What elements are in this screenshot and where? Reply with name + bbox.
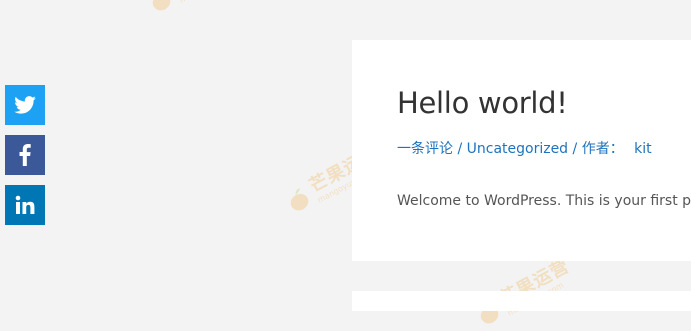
- meta-separator: /: [572, 141, 578, 157]
- facebook-share-button[interactable]: [5, 135, 45, 175]
- post-meta: 一条评论 / Uncategorized / 作者： kit: [397, 138, 652, 158]
- twitter-share-button[interactable]: [5, 85, 45, 125]
- social-share-bar: [5, 85, 45, 235]
- author-prefix: 作者：: [581, 141, 624, 157]
- author-link[interactable]: kit: [634, 141, 652, 157]
- facebook-icon: [19, 144, 31, 166]
- linkedin-share-button[interactable]: [5, 185, 45, 225]
- next-post-card: [352, 291, 691, 311]
- watermark-logo: 芒果运营 mangoyun.com: [143, 0, 249, 18]
- twitter-icon: [14, 96, 36, 114]
- watermark-text-en: mangoyun.com: [178, 0, 249, 5]
- post-card: Hello world! 一条评论 / Uncategorized / 作者： …: [352, 40, 691, 261]
- mango-logo-icon: [152, 0, 171, 11]
- mango-logo-icon: [290, 188, 309, 211]
- post-excerpt: Welcome to WordPress. This is your first…: [397, 193, 691, 209]
- linkedin-icon: [15, 195, 35, 214]
- category-link[interactable]: Uncategorized: [467, 141, 568, 157]
- post-title[interactable]: Hello world!: [397, 86, 568, 120]
- meta-separator: /: [457, 141, 463, 157]
- comments-link[interactable]: 一条评论: [397, 141, 453, 157]
